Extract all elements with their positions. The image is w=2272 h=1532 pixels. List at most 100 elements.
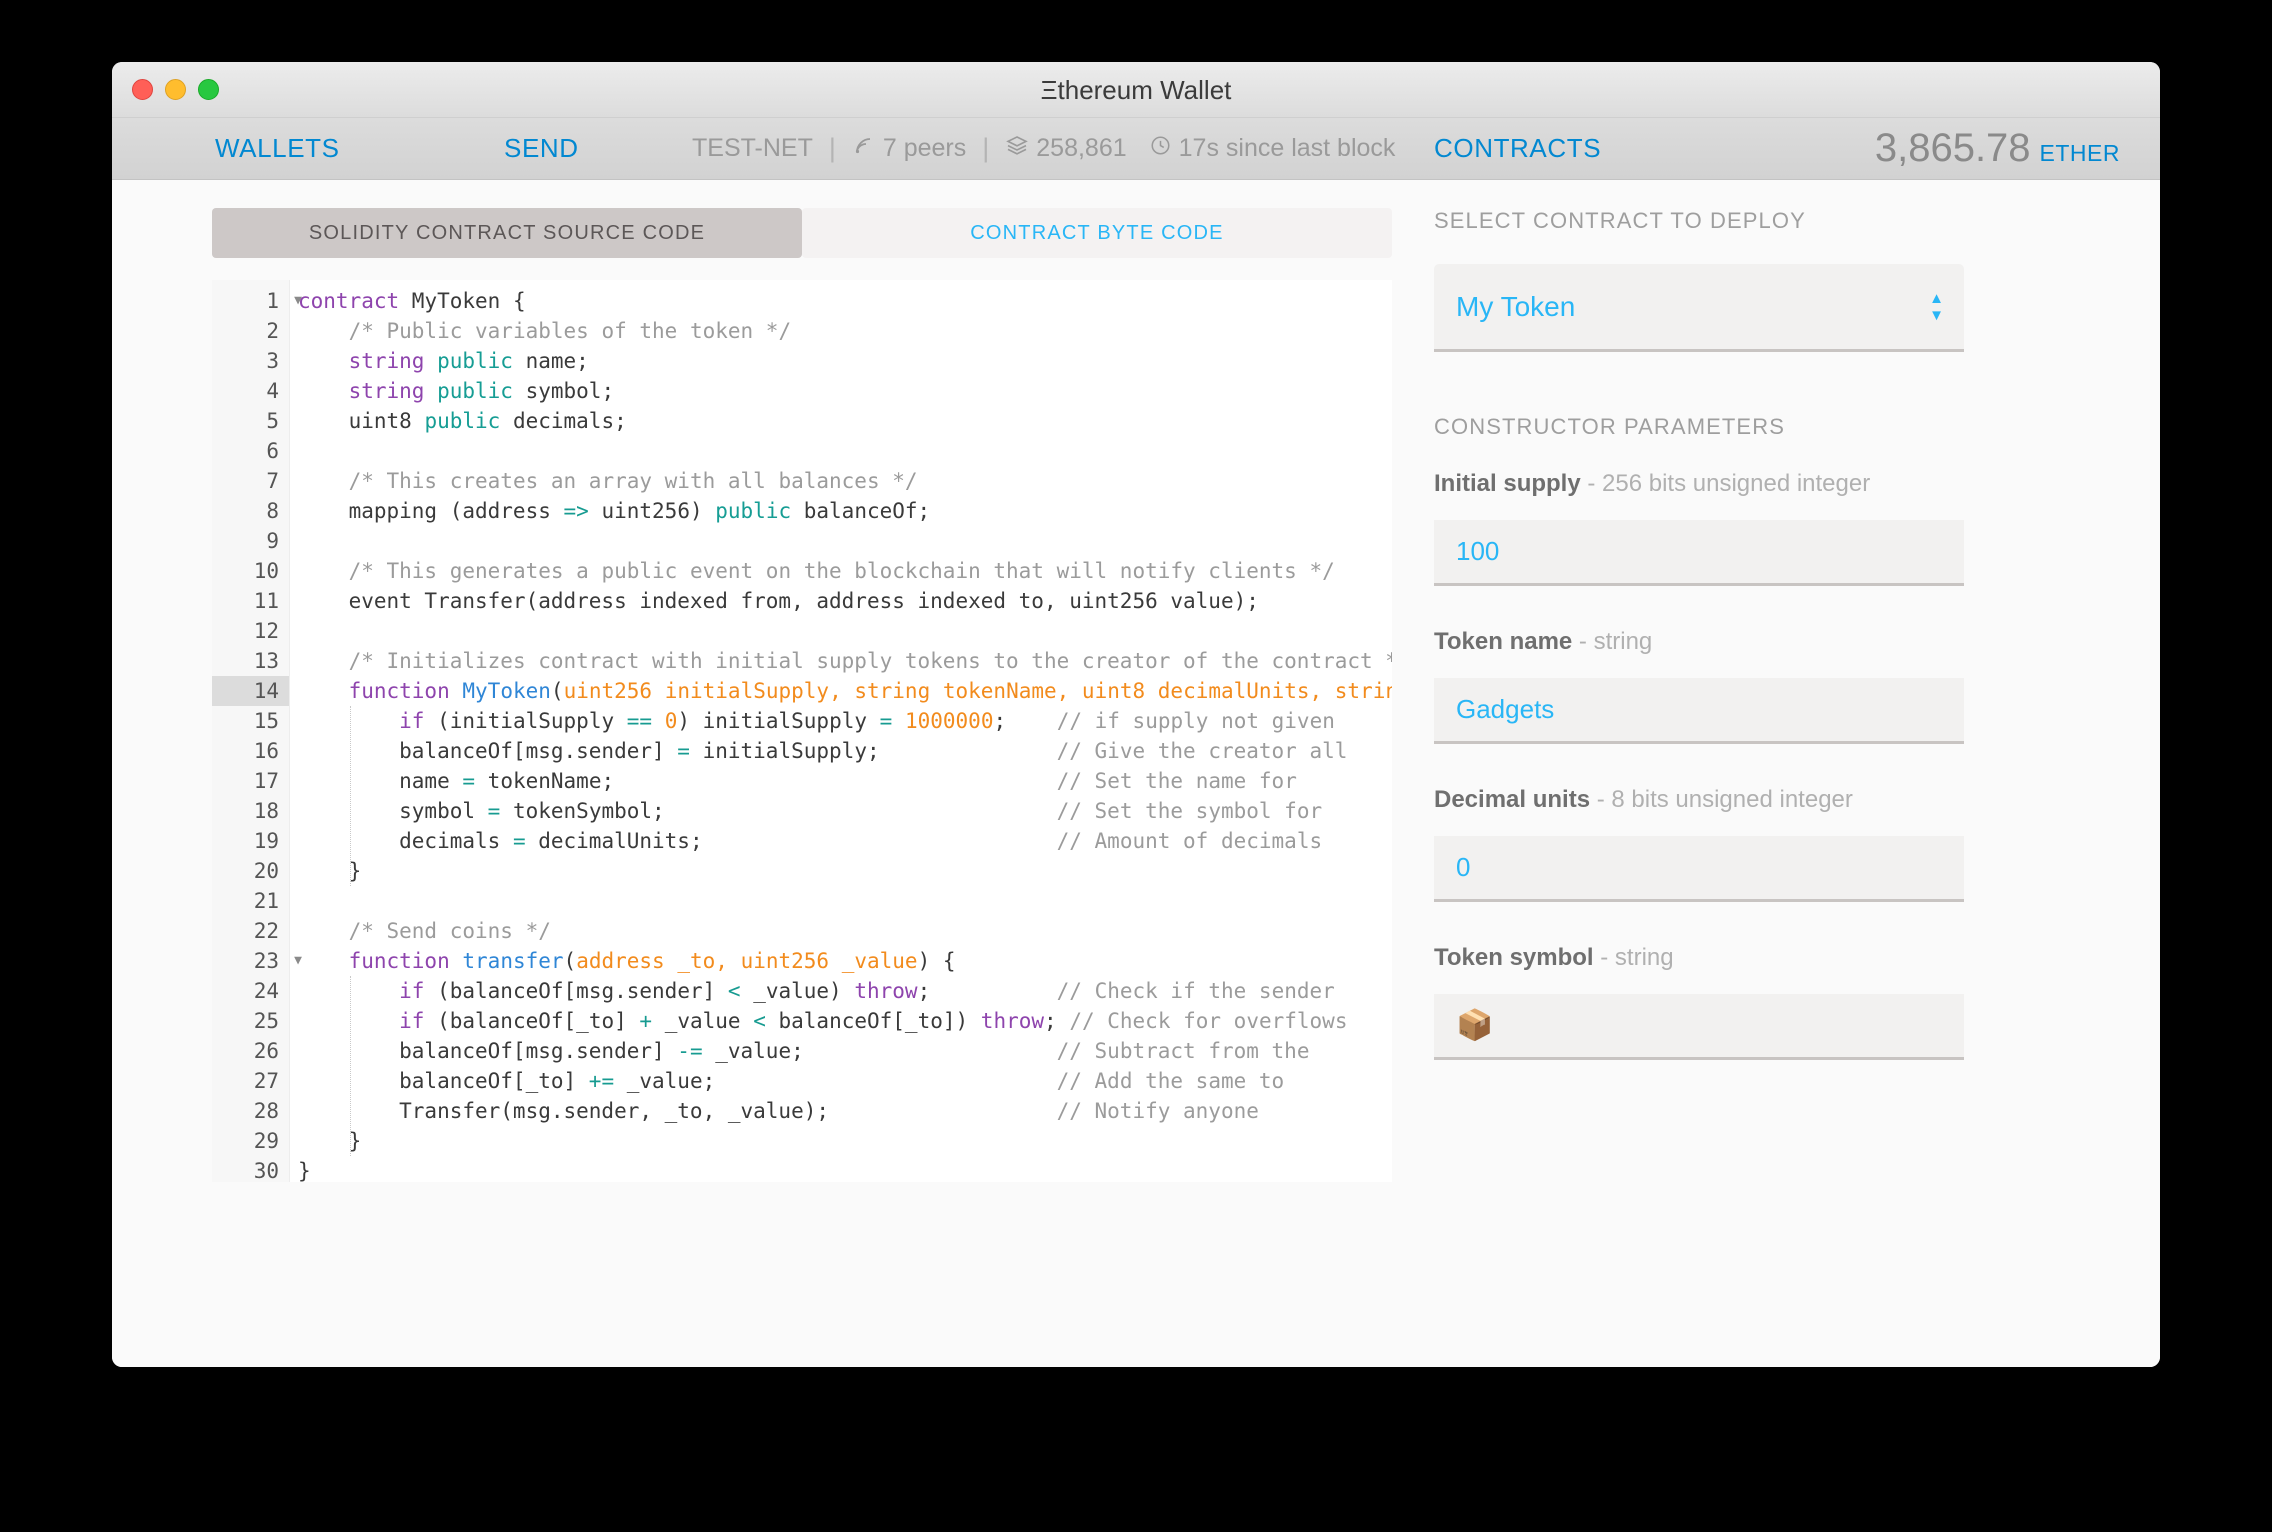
code-line[interactable] — [290, 526, 1392, 556]
balance-unit: ETHER — [2039, 140, 2120, 166]
constructor-params-title: CONSTRUCTOR PARAMETERS — [1434, 414, 1785, 439]
line-number: 12 — [253, 619, 279, 643]
nav-wallets[interactable]: WALLETS — [215, 133, 340, 164]
field-name: Token symbol — [1434, 944, 1594, 971]
line-number: 25 — [253, 1009, 279, 1033]
signal-icon — [852, 133, 876, 164]
balance-display: 3,865.78 ETHER — [1875, 126, 2120, 171]
line-number-gutter: 1▼ 2 3 4 5 6 7 8 9 10 11 12 13 14▼ 15 16 17 18 19 20 21 22 23▼… — [212, 280, 302, 1182]
select-contract-title: SELECT CONTRACT TO DEPLOY — [1434, 208, 1806, 233]
code-line[interactable]: string public name; — [290, 346, 1392, 376]
code-line[interactable]: symbol = tokenSymbol; // Set the symbol … — [290, 796, 1392, 826]
field-input[interactable]: 0 — [1434, 836, 1964, 902]
line-number: 13 — [253, 649, 279, 673]
code-line[interactable]: name = tokenName; // Set the name for — [290, 766, 1392, 796]
field-label: Token symbol - string — [1434, 944, 1964, 972]
line-number: 11 — [253, 589, 279, 613]
line-number: 18 — [253, 799, 279, 823]
code-line[interactable]: decimals = decimalUnits; // Amount of de… — [290, 826, 1392, 856]
code-area[interactable]: contract MyToken { /* Public variables o… — [290, 280, 1392, 1182]
deploy-panel: SELECT CONTRACT TO DEPLOY My Token ▲ ▼ CO… — [1434, 208, 1964, 1102]
code-editor[interactable]: 1▼ 2 3 4 5 6 7 8 9 10 11 12 13 14▼ 15 16 17 18 19 20 21 22 23▼… — [212, 280, 1392, 1182]
code-line[interactable] — [290, 616, 1392, 646]
line-number: 16 — [253, 739, 279, 763]
blocks-icon — [1005, 133, 1029, 164]
line-number: 30 — [253, 1159, 279, 1182]
screen-root: Ξthereum Wallet WALLETS SEND TEST-NET | — [0, 0, 2272, 1532]
code-line[interactable] — [290, 886, 1392, 916]
code-line[interactable]: if (balanceOf[msg.sender] < _value) thro… — [290, 976, 1392, 1006]
code-line[interactable]: contract MyToken { — [290, 286, 1392, 316]
field-type: - string — [1593, 944, 1674, 971]
line-number: 21 — [253, 889, 279, 913]
field-label: Token name - string — [1434, 628, 1964, 656]
field-input[interactable]: 100 — [1434, 520, 1964, 586]
line-number: 2 — [266, 319, 279, 343]
code-line[interactable]: if (initialSupply == 0) initialSupply = … — [290, 706, 1392, 736]
code-line[interactable]: string public symbol; — [290, 376, 1392, 406]
code-line[interactable]: /* Initializes contract with initial sup… — [290, 646, 1392, 676]
code-line[interactable]: function transfer(address _to, uint256 _… — [290, 946, 1392, 976]
code-line[interactable]: balanceOf[msg.sender] = initialSupply; /… — [290, 736, 1392, 766]
network-status: TEST-NET | 7 peers | 258,861 17s since l… — [692, 133, 1395, 164]
code-line[interactable]: /* This generates a public event on the … — [290, 556, 1392, 586]
code-line[interactable]: balanceOf[msg.sender] -= _value; // Subt… — [290, 1036, 1392, 1066]
window-title: Ξthereum Wallet — [1040, 75, 1232, 105]
contract-select-value: My Token — [1456, 290, 1576, 322]
code-line[interactable] — [290, 436, 1392, 466]
line-number: 4 — [266, 379, 279, 403]
field-type: - string — [1572, 628, 1653, 655]
code-line[interactable]: } — [290, 1156, 1392, 1182]
field-name: Token name — [1434, 628, 1573, 655]
line-number: 17 — [253, 769, 279, 793]
code-line[interactable]: } — [290, 856, 1392, 886]
line-number: 1 ▼ — [212, 286, 302, 316]
field-name: Initial supply — [1434, 470, 1581, 497]
line-number: 14▼ — [212, 676, 302, 706]
tab-byte-code[interactable]: CONTRACT BYTE CODE — [802, 208, 1392, 258]
peers-group: 7 peers — [852, 133, 966, 164]
contract-select[interactable]: My Token ▲ ▼ — [1434, 264, 1964, 352]
editor-tabs: SOLIDITY CONTRACT SOURCE CODE CONTRACT B… — [212, 208, 1392, 258]
status-divider-1: | — [828, 133, 836, 163]
nav-contracts[interactable]: CONTRACTS — [1434, 133, 1601, 164]
line-number: 24 — [253, 979, 279, 1003]
code-line[interactable]: mapping (address => uint256) public bala… — [290, 496, 1392, 526]
code-line[interactable]: Transfer(msg.sender, _to, _value); // No… — [290, 1096, 1392, 1126]
line-number: 10 — [253, 559, 279, 583]
last-block-group: 17s since last block — [1149, 134, 1395, 164]
field-input[interactable]: 📦 — [1434, 994, 1964, 1060]
indent-guide — [350, 976, 351, 1156]
line-number: 26 — [253, 1039, 279, 1063]
code-line[interactable]: balanceOf[_to] += _value; // Add the sam… — [290, 1066, 1392, 1096]
network-name: TEST-NET — [692, 134, 813, 162]
line-number: 28 — [253, 1099, 279, 1123]
field-name: Decimal units — [1434, 786, 1591, 813]
field-label: Decimal units - 8 bits unsigned integer — [1434, 786, 1964, 814]
code-line[interactable]: /* Public variables of the token */ — [290, 316, 1392, 346]
line-number: 7 — [266, 469, 279, 493]
code-line[interactable]: /* This creates an array with all balanc… — [290, 466, 1392, 496]
code-line[interactable]: if (balanceOf[_to] + _value < balanceOf[… — [290, 1006, 1392, 1036]
line-number: 22 — [253, 919, 279, 943]
field-input[interactable]: Gadgets — [1434, 678, 1964, 744]
code-line[interactable]: function MyToken(uint256 initialSupply, … — [290, 676, 1392, 706]
code-line[interactable]: event Transfer(address indexed from, add… — [290, 586, 1392, 616]
line-number: 9 — [266, 529, 279, 553]
line-number: 19 — [253, 829, 279, 853]
nav-send[interactable]: SEND — [504, 133, 579, 164]
line-number: 15 — [253, 709, 279, 733]
line-number: 3 — [266, 349, 279, 373]
balance-amount: 3,865.78 — [1874, 126, 2031, 170]
chevron-updown-icon[interactable]: ▲ ▼ — [1929, 291, 1944, 323]
field-type: - 256 bits unsigned integer — [1580, 470, 1871, 497]
status-divider-2: | — [982, 133, 990, 163]
peers-count: 7 peers — [882, 134, 967, 162]
code-line[interactable]: uint8 public decimals; — [290, 406, 1392, 436]
constructor-fields: Initial supply - 256 bits unsigned integ… — [1434, 470, 1964, 1060]
code-line[interactable]: } — [290, 1126, 1392, 1156]
titlebar: Ξthereum Wallet — [112, 62, 2160, 118]
tab-solidity-source[interactable]: SOLIDITY CONTRACT SOURCE CODE — [212, 208, 802, 258]
code-line[interactable]: /* Send coins */ — [290, 916, 1392, 946]
field-label: Initial supply - 256 bits unsigned integ… — [1434, 470, 1964, 498]
